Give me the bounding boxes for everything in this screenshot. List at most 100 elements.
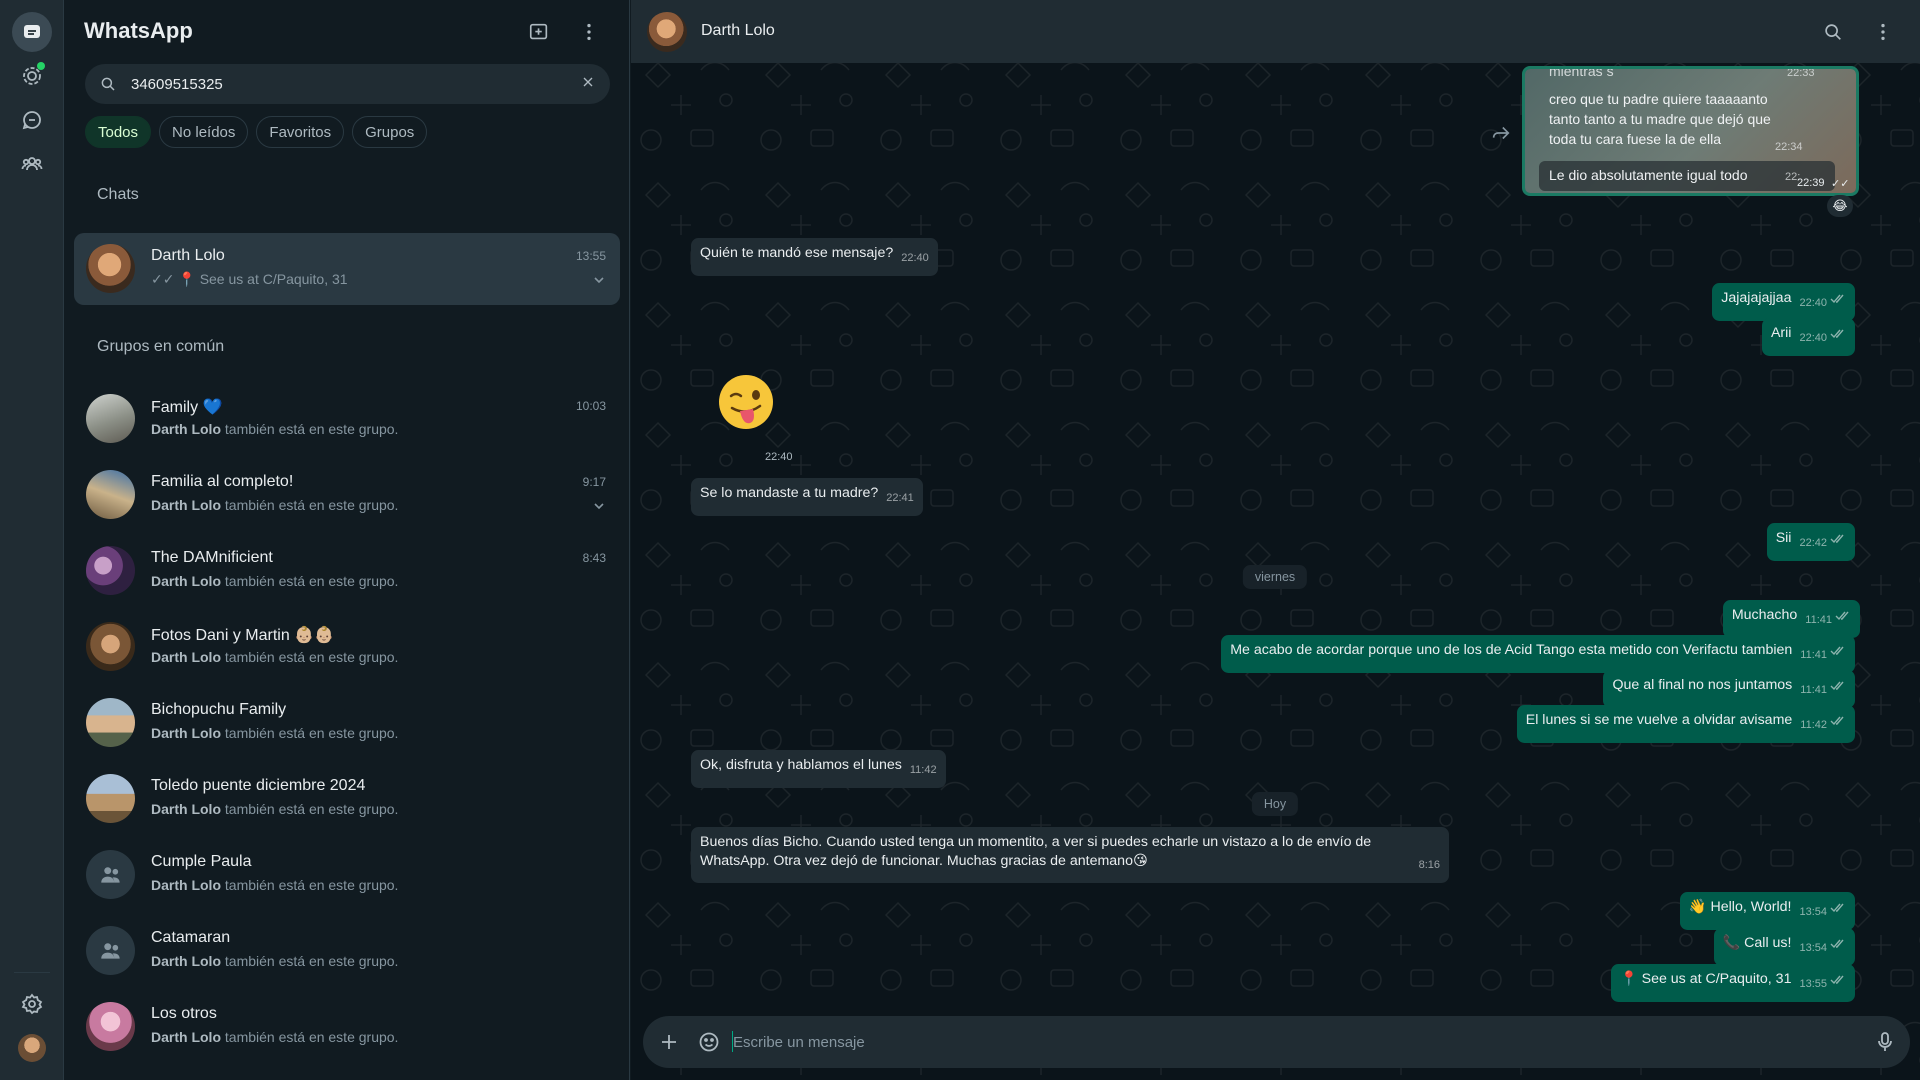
double-check-icon xyxy=(1830,972,1846,991)
quoted-line-3: toda tu cara fuese la de ella xyxy=(1549,131,1722,147)
message-input[interactable] xyxy=(733,1030,1833,1054)
attach-plus-icon[interactable] xyxy=(657,1030,681,1054)
profile-avatar[interactable] xyxy=(18,1034,46,1062)
section-groups-label: Grupos en común xyxy=(97,338,225,355)
group-row[interactable]: Toledo puente diciembre 2024 Darth Lolo … xyxy=(74,763,620,835)
message-time: 8:16 xyxy=(1418,859,1440,871)
new-chat-icon[interactable] xyxy=(523,16,555,48)
avatar xyxy=(86,244,135,293)
double-check-icon xyxy=(1830,713,1846,732)
group-row[interactable]: Los otros Darth Lolo también está en est… xyxy=(74,991,620,1063)
message-out[interactable]: El lunes si se me vuelve a olvidar avisa… xyxy=(1516,705,1855,743)
message-text: Muchacho xyxy=(1731,607,1798,623)
communities-icon[interactable] xyxy=(12,144,52,184)
quoted-line-time: 22:34 xyxy=(1775,141,1803,153)
search-input[interactable] xyxy=(131,75,580,93)
message-time: 22:42 xyxy=(1799,537,1827,549)
message-text: Arii xyxy=(1770,325,1792,341)
quoted-time: 22:39 xyxy=(1797,177,1825,189)
double-check-icon xyxy=(1830,643,1846,662)
message-text: El lunes si se me vuelve a olvidar avisa… xyxy=(1525,712,1793,728)
settings-icon[interactable] xyxy=(12,984,52,1024)
channels-icon[interactable] xyxy=(12,100,52,140)
message-in[interactable]: Quién te mandó ese mensaje? 22:40 xyxy=(691,238,938,276)
message-text: 📍 See us at C/Paquito, 31 xyxy=(1620,971,1792,987)
group-row[interactable]: The DAMnificient 8:43 Darth Lolo también… xyxy=(74,535,620,607)
chevron-down-icon[interactable] xyxy=(592,273,606,287)
group-row[interactable]: Family 💙 10:03 Darth Lolo también está e… xyxy=(74,383,620,455)
filter-groups[interactable]: Grupos xyxy=(352,116,428,148)
message-out[interactable]: Muchacho 11:41 xyxy=(1722,600,1860,638)
avatar xyxy=(86,470,135,519)
group-sub: Darth Lolo también está en este grupo. xyxy=(151,877,399,893)
message-text: Sii xyxy=(1775,530,1792,546)
group-sub: Darth Lolo también está en este grupo. xyxy=(151,573,399,589)
message-time: 22:40 xyxy=(1799,332,1827,344)
message-time: 22:40 xyxy=(1799,297,1827,309)
group-sub: Darth Lolo también está en este grupo. xyxy=(151,649,399,665)
search-bar xyxy=(85,64,610,104)
group-row[interactable]: Catamaran Darth Lolo también está en est… xyxy=(74,915,620,987)
search-icon xyxy=(101,77,115,91)
chat-list-panel: WhatsApp Todos No leídos Favoritos Grupo… xyxy=(64,0,630,1080)
group-row[interactable]: Familia al completo! 9:17 Darth Lolo tam… xyxy=(74,459,620,531)
message-time: 11:42 xyxy=(909,764,937,776)
date-separator-today: Hoy xyxy=(1251,792,1299,816)
message-in[interactable]: Se lo mandaste a tu madre? 22:41 xyxy=(691,478,923,516)
group-name: Catamaran xyxy=(151,929,231,946)
winking-tongue-emoji[interactable] xyxy=(716,372,776,432)
filter-unread[interactable]: No leídos xyxy=(159,116,249,148)
message-out[interactable]: Me acabo de acordar porque uno de los de… xyxy=(1221,635,1855,673)
message-text: Buenos días Bicho. Cuando usted tenga un… xyxy=(700,834,1372,869)
conversation-header: Darth Lolo xyxy=(631,0,1920,63)
message-out[interactable]: Arii 22:40 xyxy=(1761,318,1855,356)
filter-favorites[interactable]: Favoritos xyxy=(256,116,345,148)
group-sub: Darth Lolo también está en este grupo. xyxy=(151,497,399,513)
group-time: 8:43 xyxy=(582,551,606,565)
group-default-icon xyxy=(86,850,135,899)
group-row[interactable]: Fotos Dani y Martin 👶🏼👶🏼 Darth Lolo tamb… xyxy=(74,611,620,683)
message-time: 13:55 xyxy=(1799,978,1827,990)
message-in[interactable]: Ok, disfruta y hablamos el lunes 11:42 xyxy=(691,750,946,788)
sticker-emoji-icon[interactable] xyxy=(697,1030,721,1054)
group-time: 10:03 xyxy=(575,399,606,413)
message-in[interactable]: Buenos días Bicho. Cuando usted tenga un… xyxy=(691,827,1449,883)
message-out[interactable]: 📍 See us at C/Paquito, 31 13:55 xyxy=(1611,964,1855,1002)
contact-name[interactable]: Darth Lolo xyxy=(701,22,775,40)
conversation-menu-icon[interactable] xyxy=(1867,16,1899,48)
forward-icon[interactable] xyxy=(1490,122,1512,144)
clear-search-icon[interactable] xyxy=(580,74,610,95)
chat-row-darth-lolo[interactable]: Darth Lolo 13:55 ✓✓ 📍 See us at C/Paquit… xyxy=(74,233,620,305)
chat-preview-text: See us at C/Paquito, 31 xyxy=(199,271,348,287)
message-time: 13:54 xyxy=(1799,906,1827,918)
group-row[interactable]: Cumple Paula Darth Lolo también está en … xyxy=(74,839,620,911)
message-text: Se lo mandaste a tu madre? xyxy=(700,485,879,501)
status-unread-dot xyxy=(37,62,45,70)
message-out[interactable]: Jajajajajjaa 22:40 xyxy=(1712,283,1855,321)
quoted-line-1: creo que tu padre quiere taaaaanto xyxy=(1549,91,1768,107)
search-messages-icon[interactable] xyxy=(1817,16,1849,48)
message-out[interactable]: 👋 Hello, World! 13:54 xyxy=(1679,892,1855,930)
status-icon[interactable] xyxy=(12,56,52,96)
chat-name: Darth Lolo xyxy=(151,247,225,264)
message-out[interactable]: 📞 Call us! 13:54 xyxy=(1713,928,1855,966)
chats-icon[interactable] xyxy=(12,12,52,52)
group-name: Familia al completo! xyxy=(151,473,294,490)
app-title: WhatsApp xyxy=(84,18,193,43)
menu-icon[interactable] xyxy=(573,16,605,48)
chevron-down-icon[interactable] xyxy=(592,499,606,513)
group-name: Fotos Dani y Martin 👶🏼👶🏼 xyxy=(151,627,334,644)
conversation-panel: Darth Lolo mientras s 22:33 creo que tu … xyxy=(631,0,1920,1080)
group-row[interactable]: Bichopuchu Family Darth Lolo también est… xyxy=(74,687,620,759)
reaction-badge[interactable]: 😂 xyxy=(1827,195,1853,217)
filter-all[interactable]: Todos xyxy=(85,116,152,148)
pin-icon: 📍 xyxy=(178,271,196,287)
quoted-image-message[interactable]: mientras s 22:33 creo que tu padre quier… xyxy=(1522,66,1859,196)
group-sub: Darth Lolo también está en este grupo. xyxy=(151,725,399,741)
avatar xyxy=(86,394,135,443)
contact-avatar[interactable] xyxy=(647,12,687,52)
microphone-icon[interactable] xyxy=(1873,1030,1897,1054)
message-time: 22:40 xyxy=(761,450,797,464)
message-out[interactable]: Sii 22:42 xyxy=(1766,523,1855,561)
message-out[interactable]: Que al final no nos juntamos 11:41 xyxy=(1603,670,1855,708)
